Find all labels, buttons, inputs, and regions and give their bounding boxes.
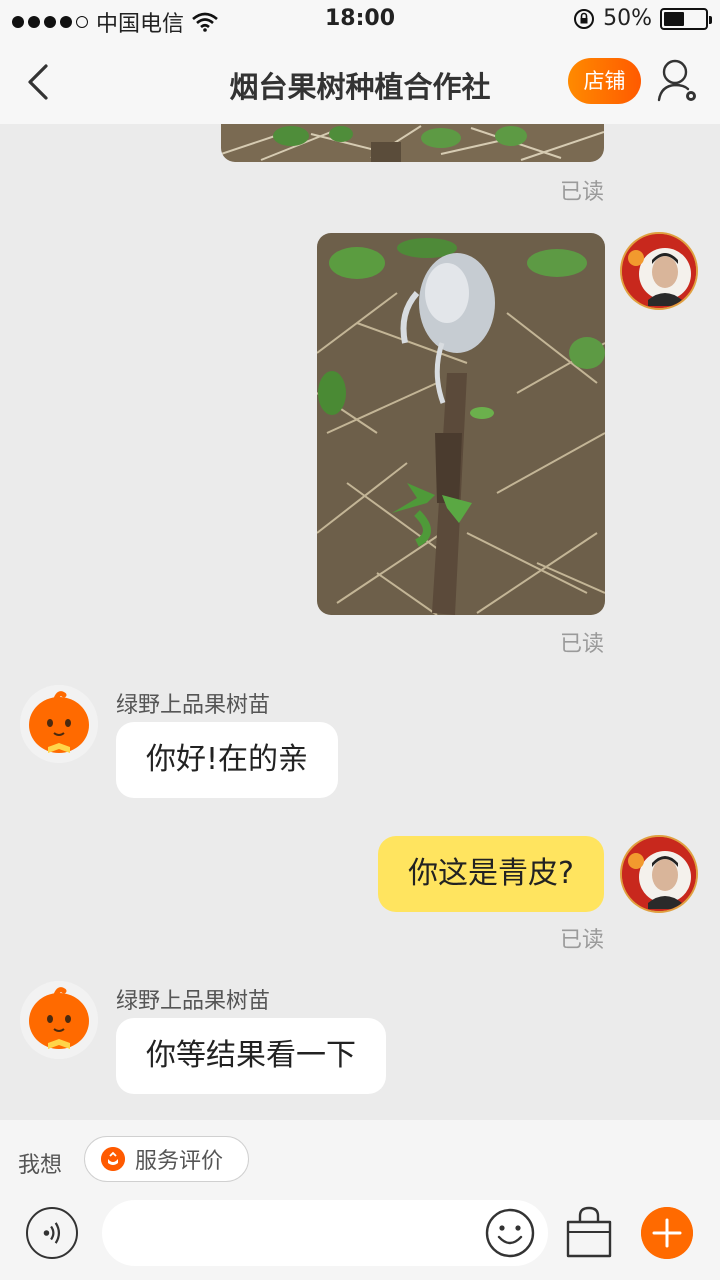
grafted-seedling-photo: [317, 233, 605, 615]
sender-name: 绿野上品果树苗: [116, 989, 271, 1014]
service-review-label: 服务评价: [135, 1149, 224, 1174]
shop-button[interactable]: 店铺: [568, 58, 641, 104]
rotation-lock-icon: [574, 8, 595, 29]
message-bubble[interactable]: 你好!在的亲: [116, 722, 339, 798]
voice-icon[interactable]: [26, 1207, 78, 1259]
read-status: 已读: [559, 632, 604, 657]
battery-percent: 50%: [603, 6, 652, 31]
read-status: 已读: [559, 180, 604, 205]
message-bubble[interactable]: 你这是青皮?: [378, 836, 604, 912]
my-avatar[interactable]: [620, 835, 698, 913]
avatar-photo: [622, 234, 696, 308]
mascot-icon: [20, 981, 98, 1059]
sender-name: 绿野上品果树苗: [116, 693, 271, 718]
shop-avatar[interactable]: [20, 981, 98, 1059]
emoji-icon[interactable]: [484, 1207, 536, 1259]
message-bubble[interactable]: 你等结果看一下: [116, 1018, 386, 1094]
message-input[interactable]: [102, 1200, 548, 1266]
shopping-bag-icon[interactable]: [564, 1204, 614, 1260]
seedling-photo-crop: [221, 124, 604, 162]
battery-level: [664, 11, 684, 26]
status-bar: 中国电信 18:00 50%: [0, 0, 720, 40]
avatar-photo: [622, 837, 696, 911]
quick-actions-label: 我想: [18, 1153, 63, 1178]
input-bar: [0, 1200, 720, 1280]
service-review-button[interactable]: 服务评价: [84, 1136, 249, 1182]
battery-icon: [660, 7, 712, 30]
user-settings-icon[interactable]: [656, 58, 700, 104]
status-right: 50%: [573, 6, 712, 31]
shop-avatar[interactable]: [20, 685, 98, 763]
message-image[interactable]: [317, 233, 605, 615]
service-review-icon: [101, 1147, 125, 1171]
plus-icon[interactable]: [641, 1207, 693, 1259]
chat-list[interactable]: 已读 已读 绿野上品果树苗 你好!在的亲 你这是青皮? 已读 绿野上品果树苗 你…: [0, 124, 720, 1120]
my-avatar[interactable]: [620, 232, 698, 310]
mascot-icon: [20, 685, 98, 763]
quick-actions-bar: 我想 服务评价: [0, 1120, 720, 1200]
read-status: 已读: [559, 928, 604, 953]
message-image[interactable]: [221, 124, 604, 162]
nav-bar: 烟台果树种植合作社 店铺: [0, 40, 720, 124]
